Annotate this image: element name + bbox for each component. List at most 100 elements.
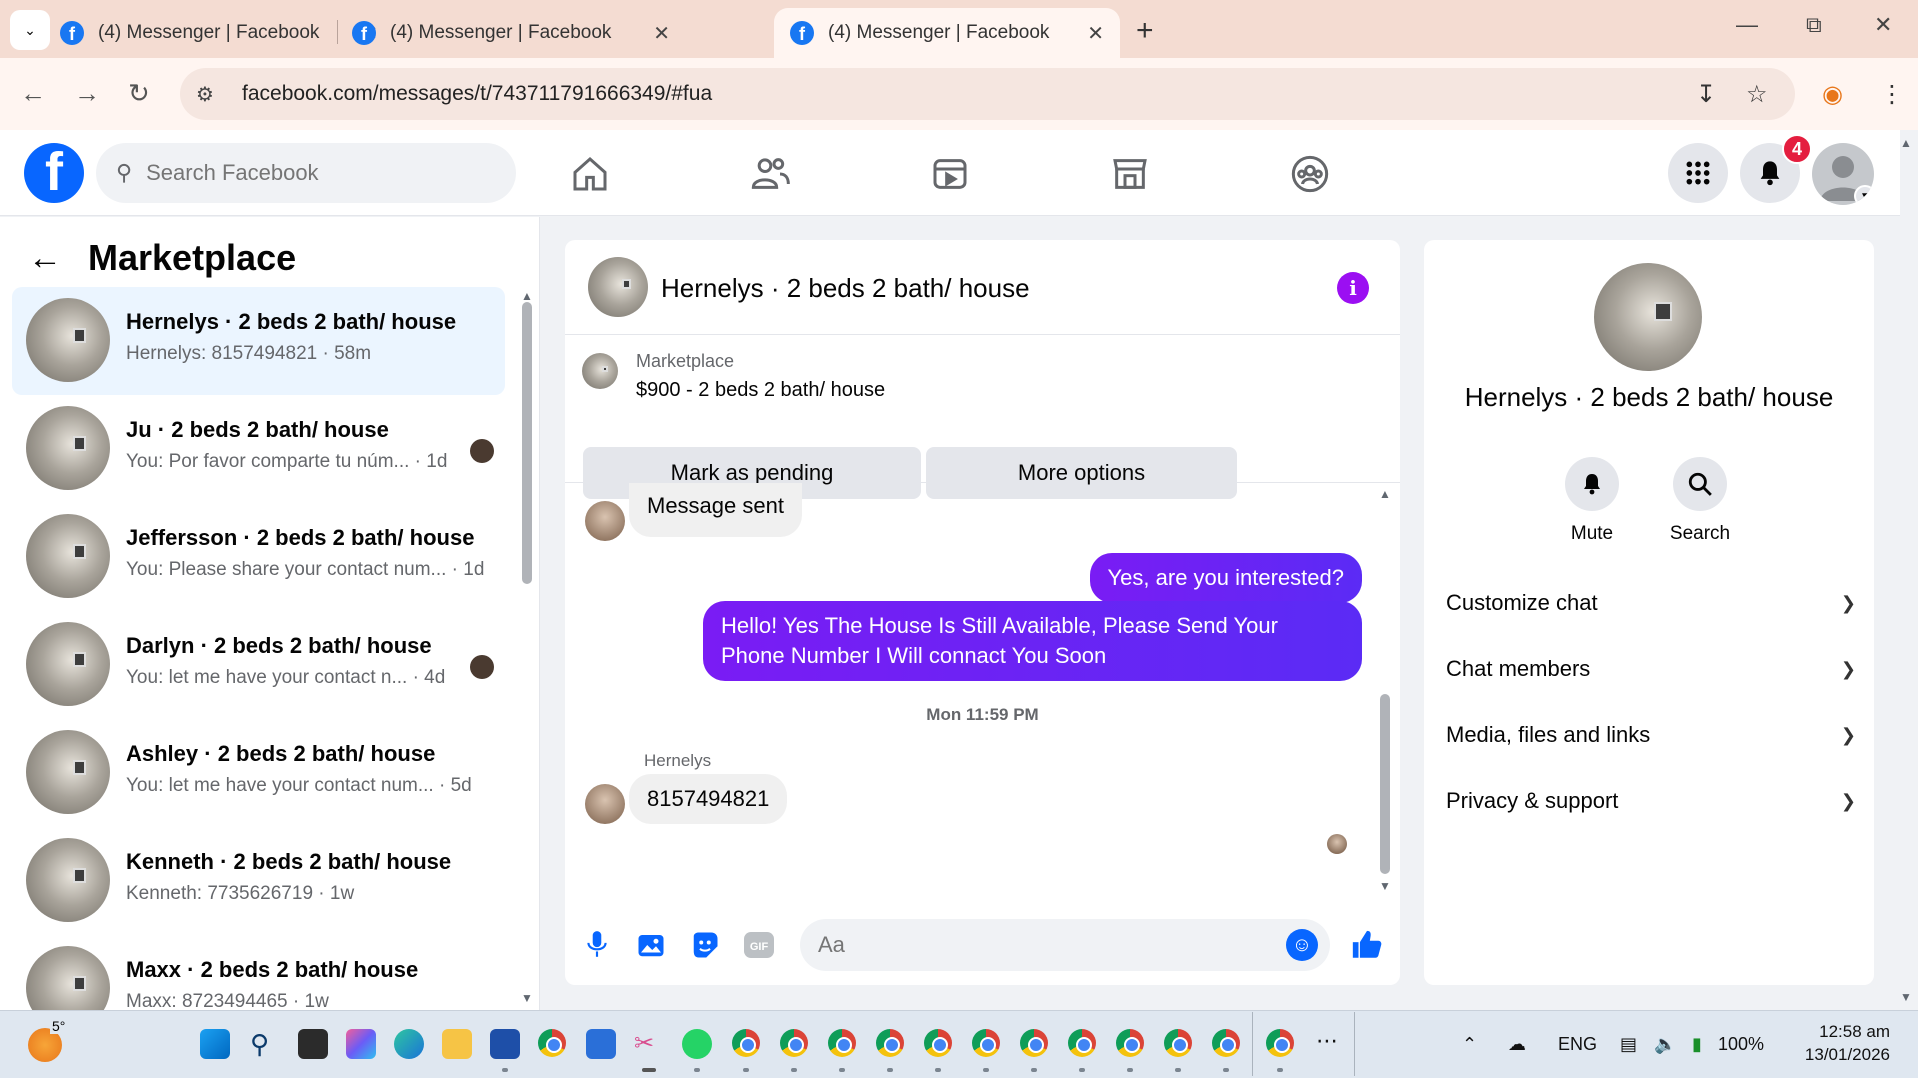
scroll-down-arrow-icon[interactable]: ▼ (521, 991, 533, 1005)
menu-grid-button[interactable] (1668, 143, 1728, 203)
chat-members-section[interactable]: Chat members ❯ (1446, 643, 1856, 695)
conversation-item[interactable]: Maxx · 2 beds 2 bath/ house Maxx: 872349… (12, 935, 505, 1010)
scrollbar-thumb[interactable] (1380, 694, 1390, 874)
store-icon[interactable] (490, 1029, 520, 1059)
page-scroll-down-icon[interactable]: ▼ (1900, 990, 1912, 1004)
forward-arrow-icon[interactable]: → (74, 78, 100, 109)
browser-tab[interactable]: f (4) Messenger | Facebook ✕ (336, 8, 686, 58)
emoji-icon[interactable]: ☺ (1286, 929, 1318, 961)
scroll-down-arrow-icon[interactable]: ▼ (1379, 879, 1391, 893)
chevron-down-icon: ❯ (1840, 592, 1856, 613)
conversation-item[interactable]: Jeffersson · 2 beds 2 bath/ house You: P… (12, 503, 505, 611)
site-info-icon[interactable]: ⚙ (196, 82, 224, 107)
incoming-message[interactable]: 8157494821 (629, 774, 788, 824)
close-tab-icon[interactable]: ✕ (653, 21, 670, 46)
address-bar[interactable]: ⚙ facebook.com/messages/t/74371179166634… (180, 68, 1795, 120)
chrome-icon[interactable] (1116, 1029, 1144, 1057)
outgoing-message[interactable]: Hello! Yes The House Is Still Available,… (703, 601, 1362, 681)
edge-icon[interactable] (394, 1029, 424, 1059)
chrome-icon[interactable] (780, 1029, 808, 1057)
chat-thumbnail[interactable] (588, 257, 648, 317)
onedrive-cloud-icon[interactable]: ☁ (1508, 1034, 1526, 1055)
snipping-tool-icon[interactable]: ✂ (634, 1029, 664, 1059)
install-app-icon[interactable]: ↧ (1696, 80, 1716, 109)
browser-tab-active[interactable]: f (4) Messenger | Facebook ✕ (774, 8, 1120, 58)
chrome-icon[interactable] (1266, 1029, 1294, 1057)
close-tab-icon[interactable]: ✕ (1087, 21, 1104, 46)
close-window-icon[interactable]: ✕ (1874, 12, 1892, 38)
customize-chat-section[interactable]: Customize chat ❯ (1446, 577, 1856, 629)
weather-widget[interactable]: 5° (28, 1018, 68, 1062)
image-icon[interactable] (633, 927, 669, 963)
facebook-search-input[interactable] (146, 160, 447, 186)
kebab-menu-icon[interactable]: ⋮ (1880, 80, 1904, 109)
search-in-chat-button[interactable] (1673, 457, 1727, 511)
back-arrow-icon[interactable]: ← (20, 78, 46, 109)
back-arrow-icon[interactable]: ← (28, 239, 62, 278)
chrome-icon[interactable] (1068, 1029, 1096, 1057)
microphone-icon[interactable] (579, 927, 615, 963)
conversation-item[interactable]: Ju · 2 beds 2 bath/ house You: Por favor… (12, 395, 505, 503)
file-explorer-icon[interactable] (442, 1029, 472, 1059)
scrollbar-thumb[interactable] (522, 302, 532, 584)
gif-icon[interactable]: GIF (741, 927, 777, 963)
conversation-item[interactable]: Kenneth · 2 beds 2 bath/ house Kenneth: … (12, 827, 505, 935)
conversation-item[interactable]: Hernelys · 2 beds 2 bath/ house Hernelys… (12, 287, 505, 395)
minimize-icon[interactable]: — (1736, 12, 1758, 38)
chrome-icon[interactable] (1164, 1029, 1192, 1057)
task-view-icon[interactable] (298, 1029, 328, 1059)
profile-icon[interactable]: ◉ (1822, 80, 1843, 109)
info-icon[interactable]: i (1337, 272, 1369, 304)
chrome-icon[interactable] (538, 1029, 566, 1057)
mute-button[interactable] (1565, 457, 1619, 511)
mute-action[interactable]: Mute (1552, 457, 1632, 545)
show-hidden-icons-icon[interactable]: ⌃ (1462, 1034, 1477, 1055)
outlook-icon[interactable] (586, 1029, 616, 1059)
sender-avatar[interactable] (585, 501, 625, 541)
input-language[interactable]: ENG (1558, 1034, 1597, 1055)
chrome-icon[interactable] (924, 1029, 952, 1057)
outgoing-message[interactable]: Yes, are you interested? (1089, 553, 1362, 603)
friends-icon[interactable] (748, 152, 792, 196)
listing-price-title[interactable]: $900 - 2 beds 2 bath/ house (636, 379, 885, 402)
whatsapp-icon[interactable] (682, 1029, 712, 1059)
search-action[interactable]: Search (1660, 457, 1740, 545)
chrome-icon[interactable] (876, 1029, 904, 1057)
start-icon[interactable] (200, 1029, 230, 1059)
new-tab-button[interactable]: + (1136, 14, 1154, 48)
account-avatar[interactable]: ▼ (1812, 143, 1874, 205)
message-input[interactable] (818, 932, 1258, 958)
bookmark-star-icon[interactable]: ☆ (1746, 80, 1768, 109)
privacy-support-section[interactable]: Privacy & support ❯ (1446, 775, 1856, 827)
more-apps-icon[interactable]: ⋯ (1316, 1028, 1338, 1054)
home-icon[interactable] (568, 152, 612, 196)
chrome-icon[interactable] (828, 1029, 856, 1057)
video-icon[interactable] (928, 152, 972, 196)
facebook-search[interactable]: ⚲ (96, 143, 516, 203)
volume-icon[interactable]: 🔈 (1654, 1034, 1676, 1055)
media-files-links-section[interactable]: Media, files and links ❯ (1446, 709, 1856, 761)
network-icon[interactable]: ▤ (1620, 1034, 1637, 1055)
reload-icon[interactable]: ↻ (128, 78, 150, 109)
copilot-icon[interactable] (346, 1029, 376, 1059)
sticker-icon[interactable] (687, 927, 723, 963)
battery-icon[interactable]: ▮ (1692, 1034, 1702, 1055)
search-icon[interactable]: ⚲ (250, 1029, 280, 1059)
sender-avatar[interactable] (585, 784, 625, 824)
chrome-icon[interactable] (732, 1029, 760, 1057)
chrome-icon[interactable] (1020, 1029, 1048, 1057)
page-scroll-up-icon[interactable]: ▲ (1900, 136, 1912, 150)
groups-icon[interactable] (1288, 152, 1332, 196)
chrome-icon[interactable] (1212, 1029, 1240, 1057)
conversation-item[interactable]: Ashley · 2 beds 2 bath/ house You: let m… (12, 719, 505, 827)
scroll-up-arrow-icon[interactable]: ▲ (1379, 487, 1391, 501)
conversation-item[interactable]: Darlyn · 2 beds 2 bath/ house You: let m… (12, 611, 505, 719)
system-clock[interactable]: 12:58 am 13/01/2026 (1770, 1020, 1890, 1066)
facebook-logo-icon[interactable]: f (24, 143, 84, 203)
restore-icon[interactable]: ⧉ (1806, 12, 1822, 38)
scroll-up-arrow-icon[interactable]: ▲ (521, 289, 533, 303)
thumbs-up-icon[interactable] (1349, 927, 1385, 963)
chat-title[interactable]: Hernelys · 2 beds 2 bath/ house (661, 273, 1030, 304)
chrome-icon[interactable] (972, 1029, 1000, 1057)
marketplace-icon[interactable] (1108, 152, 1152, 196)
